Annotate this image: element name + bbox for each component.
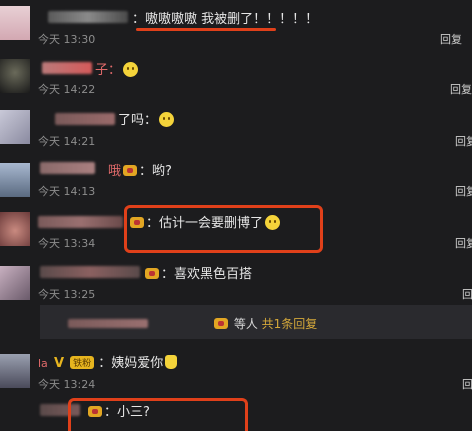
reply-button[interactable]: 回复 [440, 31, 462, 47]
reply-button[interactable]: 回复 [462, 376, 472, 392]
username-blurred[interactable] [40, 162, 95, 174]
comment-row-6: ：喜欢黑色百搭 今天 13:25 回复 [0, 258, 472, 304]
highlight-underline [136, 28, 276, 31]
avatar[interactable] [0, 59, 30, 93]
reply-button[interactable]: 回复 [455, 183, 472, 199]
comment-time: 今天 13:24 [38, 378, 96, 391]
highlight-box [124, 205, 323, 253]
username-tail[interactable]: la [38, 357, 48, 370]
smile-emoji-icon [123, 62, 139, 77]
reply-button[interactable]: 回复 [455, 235, 472, 251]
comment-row-2: 子： 今天 14:22 回复 [0, 54, 472, 100]
comment-time: 今天 14:13 [38, 185, 96, 198]
avatar[interactable] [0, 212, 30, 246]
avatar[interactable] [0, 354, 30, 388]
vip-icon: V [53, 356, 64, 371]
username-blurred[interactable] [38, 216, 123, 228]
fan-badge-icon [214, 318, 228, 329]
comment-text: ：喜欢黑色百搭 [143, 263, 252, 282]
comment-text: la V 铁粉 ：姨妈爱你 [38, 352, 178, 371]
comment-time: 今天 13:30 [38, 33, 96, 46]
avatar[interactable] [0, 163, 30, 197]
comment-time: 今天 13:34 [38, 237, 96, 250]
smile-emoji-icon [159, 112, 175, 127]
avatar[interactable] [0, 6, 30, 40]
comment-time: 今天 13:25 [38, 288, 96, 301]
avatar[interactable] [0, 266, 30, 300]
comment-text: ：嗷嗷嗷嗷 我被删了！！！！！ [132, 12, 319, 27]
peace-emoji-icon [165, 355, 178, 369]
comment-time: 今天 14:22 [38, 83, 96, 96]
username-blurred[interactable] [55, 113, 115, 125]
comment-row-1: ：嗷嗷嗷嗷 我被删了！！！！！ 今天 13:30 回复 [0, 0, 472, 46]
replier-name-blurred[interactable] [68, 319, 148, 328]
fan-tag-badge: 铁粉 [70, 356, 95, 369]
username-blurred[interactable] [48, 11, 128, 23]
comment-row-7: la V 铁粉 ：姨妈爱你 今天 13:24 回复 [0, 348, 472, 394]
comment-row-4: 哦：哟? 今天 14:13 回复 [0, 155, 472, 201]
highlight-box [68, 398, 248, 431]
reply-button[interactable]: 回复 [462, 286, 472, 302]
folded-replies-text[interactable]: 等人 共1条回复 [212, 315, 317, 332]
fan-badge-icon [145, 268, 159, 279]
avatar[interactable] [0, 110, 30, 144]
reply-button[interactable]: 回复 [450, 81, 472, 97]
folded-replies[interactable]: 等人 共1条回复 [40, 305, 472, 339]
fan-badge-icon [123, 165, 138, 176]
reply-button[interactable]: 回复 [455, 133, 472, 149]
folded-prefix: 等人 [233, 317, 258, 331]
comment-text: 子： [95, 59, 139, 78]
view-replies-link[interactable]: 共1条回复 [262, 317, 318, 331]
username-blurred[interactable] [42, 62, 92, 74]
username-blurred[interactable] [40, 266, 140, 278]
comment-row-3: 了吗： 今天 14:21 回复 [0, 103, 472, 149]
comment-text: 了吗： [118, 109, 175, 128]
comment-text: 哦：哟? [108, 164, 172, 179]
comment-time: 今天 14:21 [38, 135, 96, 148]
